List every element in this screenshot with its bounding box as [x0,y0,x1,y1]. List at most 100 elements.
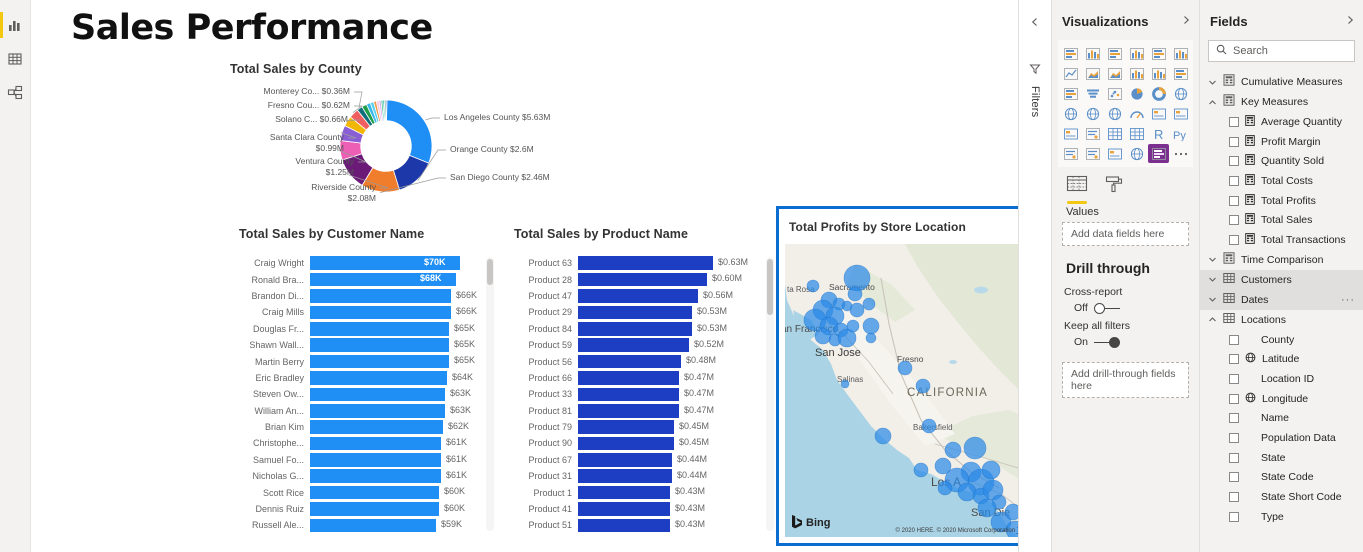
funnel-chart-icon[interactable] [1082,84,1103,103]
search-input[interactable]: Search [1208,40,1355,62]
bar-fill[interactable] [578,420,674,434]
field-more-options-icon[interactable]: ··· [1341,294,1355,306]
filled-map-icon[interactable] [1082,104,1103,123]
smart-narrative-icon[interactable] [1104,144,1125,163]
python-visual-icon[interactable]: Py [1170,124,1191,143]
field-item-name[interactable]: Name [1200,409,1363,429]
bar-fill[interactable] [578,354,681,369]
bar-row[interactable]: Dennis Ruiz $60K [226,501,496,517]
bar-fill[interactable] [310,338,449,352]
total-profits-by-store-location-visual[interactable]: Total Profits by Store Location ta Rosa … [776,206,1018,546]
more-options-icon[interactable] [1170,144,1191,163]
bar-row[interactable]: Brian Kim $62K [226,419,496,435]
clustered-bar-chart-icon[interactable] [1104,44,1125,63]
format-tab[interactable] [1104,175,1124,204]
stacked-area-chart-icon[interactable] [1104,64,1125,83]
clustered-column-chart-icon[interactable] [1126,44,1147,63]
product-chart-scrollbar[interactable] [766,257,774,531]
keep-all-filters-toggle[interactable] [1094,336,1121,348]
rail-item-model-view[interactable] [0,76,31,110]
r-script-visual-icon[interactable]: R [1148,124,1169,143]
bar-row[interactable]: Eric Bradley $64K [226,370,496,386]
waterfall-chart-icon[interactable] [1060,84,1081,103]
chevron-down-icon[interactable] [1208,255,1217,264]
field-item-longitude[interactable]: Longitude [1200,389,1363,409]
field-group-dates[interactable]: Dates ··· [1200,289,1363,310]
bar-row[interactable]: Craig Mills $66K [226,304,496,320]
bar-row[interactable]: Product 81 $0.47M [501,403,776,419]
expand-visualizations-button[interactable] [1181,12,1191,30]
bar-row[interactable]: Product 47 $0.56M [501,288,776,304]
field-item-total-sales[interactable]: Total Sales [1200,210,1363,230]
paginated-report-icon[interactable] [1148,144,1169,163]
bar-row[interactable]: Product 51 $0.43M [501,517,776,533]
bar-fill[interactable] [310,371,447,385]
keep-all-filters-toggle-row[interactable]: On [1052,334,1199,350]
field-item-location-id[interactable]: Location ID [1200,369,1363,389]
bar-fill[interactable] [310,387,445,402]
bar-row[interactable]: Product 1 $0.43M [501,484,776,500]
line-chart-icon[interactable] [1060,64,1081,83]
field-checkbox[interactable] [1229,492,1239,503]
field-item-total-costs[interactable]: Total Costs [1200,171,1363,191]
field-checkbox[interactable] [1229,175,1239,186]
100-stacked-bar-chart-icon[interactable] [1148,44,1169,63]
field-checkbox[interactable] [1229,215,1239,226]
field-group-key-measures[interactable]: Key Measures [1200,92,1363,112]
treemap-icon[interactable] [1170,84,1191,103]
bar-fill[interactable] [310,485,439,500]
total-sales-by-product-visual[interactable]: Total Sales by Product Name Product 63 $0… [501,225,776,545]
chevron-down-icon[interactable] [1208,275,1217,284]
multi-row-card-icon[interactable] [1170,104,1191,123]
field-checkbox[interactable] [1229,354,1239,365]
bar-row[interactable]: William An... $63K [226,403,496,419]
field-checkbox[interactable] [1229,116,1239,127]
map-terms-link[interactable]: Terms [1017,528,1018,534]
bar-row[interactable]: Product 66 $0.47M [501,370,776,386]
drill-through-drop-zone[interactable]: Add drill-through fields here [1062,362,1189,398]
field-item-latitude[interactable]: Latitude [1200,350,1363,370]
filters-tab[interactable]: Filters [1029,62,1041,117]
field-item-total-profits[interactable]: Total Profits [1200,191,1363,211]
field-item-quantity-sold[interactable]: Quantity Sold [1200,151,1363,171]
bar-row[interactable]: Product 56 $0.48M [501,353,776,369]
100-stacked-column-chart-icon[interactable] [1170,44,1191,63]
bar-fill[interactable] [310,469,441,484]
bar-fill[interactable] [310,354,449,369]
expand-fields-button[interactable] [1345,12,1355,30]
bar-row[interactable]: Product 90 $0.45M [501,435,776,451]
area-chart-icon[interactable] [1082,64,1103,83]
bar-row[interactable]: Douglas Fr... $65K [226,321,496,337]
field-group-locations[interactable]: Locations [1200,310,1363,330]
map-icon[interactable] [1060,104,1081,123]
bar-fill[interactable] [578,453,672,467]
field-checkbox[interactable] [1229,413,1239,424]
bar-row[interactable]: Steven Ow... $63K [226,386,496,402]
total-sales-by-county-visual[interactable]: Total Sales by County Los Angeles County… [226,62,550,222]
field-item-type[interactable]: Type [1200,507,1363,527]
field-checkbox[interactable] [1229,511,1239,522]
field-checkbox[interactable] [1229,136,1239,147]
bar-fill[interactable] [310,420,443,434]
fields-tab[interactable] [1066,175,1088,204]
bar-fill[interactable] [578,502,670,516]
field-checkbox[interactable] [1229,433,1239,444]
chevron-up-icon[interactable] [1208,98,1217,107]
bar-fill[interactable] [310,305,451,320]
gauge-icon[interactable] [1126,104,1147,123]
bar-fill[interactable] [310,321,449,336]
bar-row[interactable]: Martin Berry $65K [226,353,496,369]
bar-row[interactable]: Product 29 $0.53M [501,304,776,320]
field-item-county[interactable]: County [1200,330,1363,350]
cross-report-toggle[interactable] [1093,302,1120,314]
bar-fill[interactable] [578,371,679,385]
scatter-chart-icon[interactable] [1104,84,1125,103]
bar-fill[interactable] [578,256,713,270]
donut-chart-icon[interactable] [1148,84,1169,103]
bar-fill[interactable] [578,305,692,320]
field-item-average-quantity[interactable]: Average Quantity [1200,112,1363,132]
bar-row[interactable]: Product 84 $0.53M [501,321,776,337]
bar-row[interactable]: Product 31 $0.44M [501,468,776,484]
pie-chart-icon[interactable] [1126,84,1147,103]
bar-row[interactable]: Product 79 $0.45M [501,419,776,435]
